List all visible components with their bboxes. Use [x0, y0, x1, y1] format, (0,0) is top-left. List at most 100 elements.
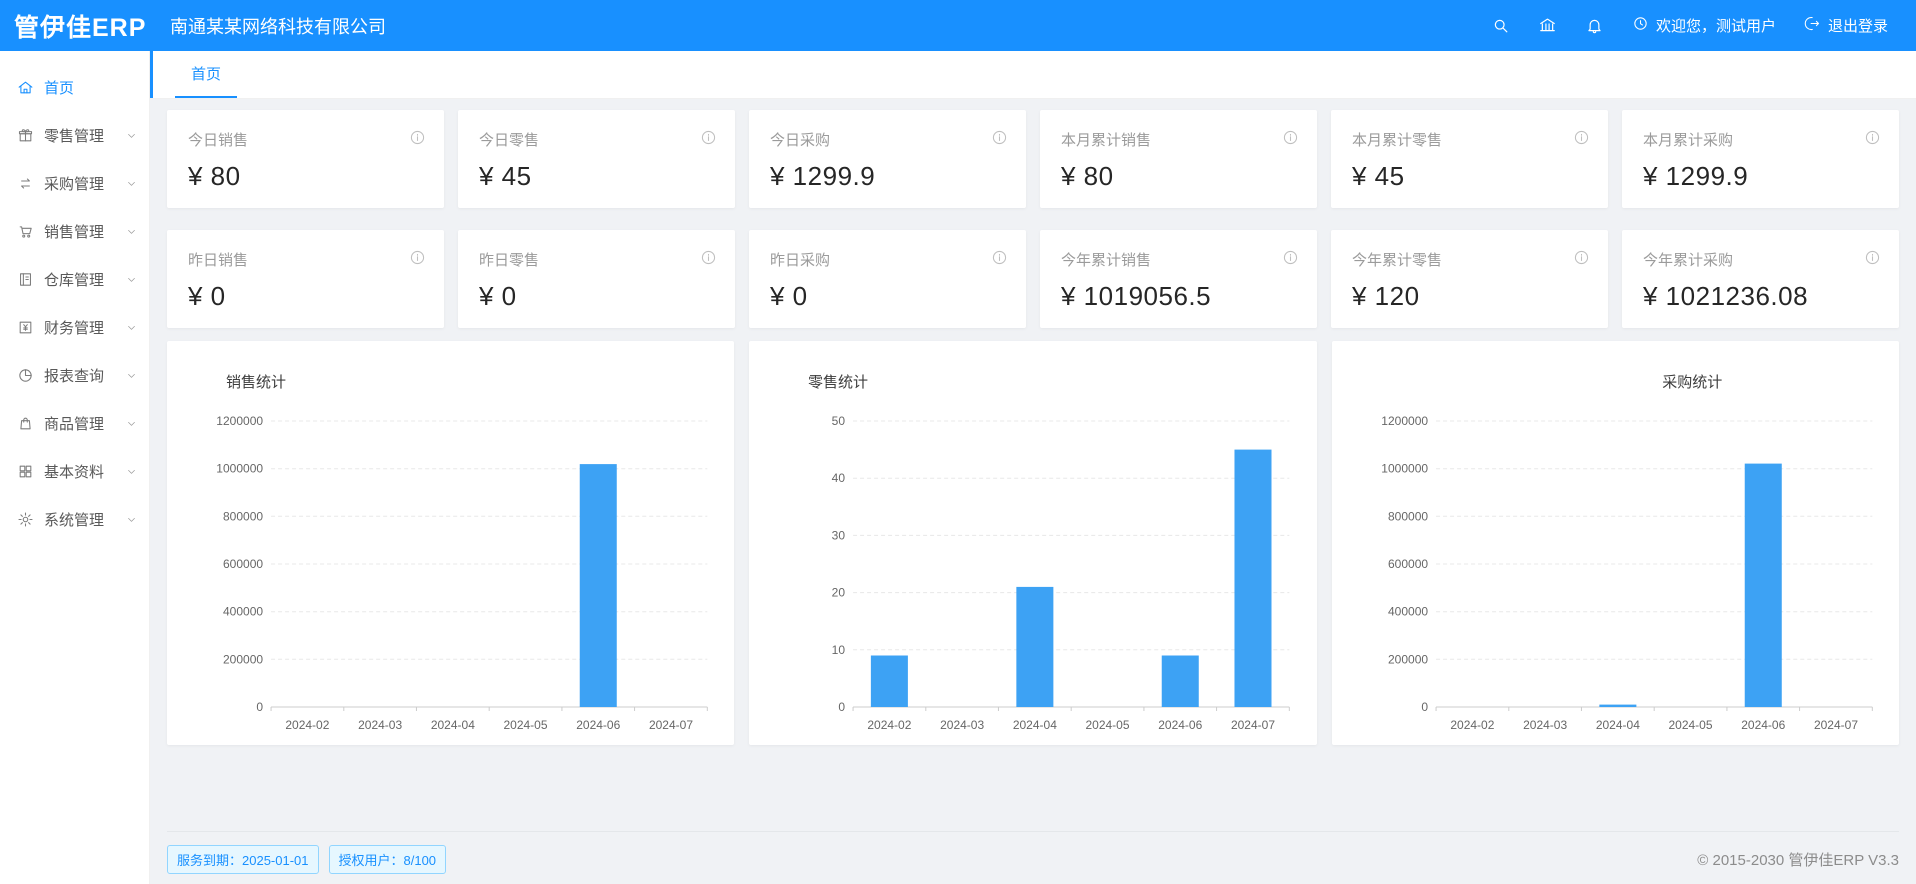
sidebar-item-label: 首页 — [44, 77, 74, 98]
svg-text:2024-07: 2024-07 — [649, 718, 693, 732]
info-icon[interactable] — [1282, 129, 1299, 146]
page-content: 今日销售¥ 80今日零售¥ 45今日采购¥ 1299.9本月累计销售¥ 80本月… — [150, 99, 1916, 874]
chart-title: 销售统计 — [226, 374, 286, 391]
finance-icon — [17, 319, 34, 336]
page-footer: 服务到期：2025-01-01 授权用户：8/100 © 2015-2030 管… — [167, 831, 1899, 874]
svg-text:600000: 600000 — [1388, 557, 1428, 571]
sidebar-item-basic[interactable]: 基本资料 — [0, 447, 149, 495]
bell-icon — [1585, 16, 1604, 35]
stat-label: 本月累计销售 — [1061, 129, 1151, 150]
sidebar-item-purchase[interactable]: 采购管理 — [0, 159, 149, 207]
info-icon[interactable] — [991, 249, 1008, 266]
sidebar-item-label: 采购管理 — [44, 173, 104, 194]
main-area: 首页 今日销售¥ 80今日零售¥ 45今日采购¥ 1299.9本月累计销售¥ 8… — [150, 0, 1916, 874]
stat-value: ¥ 1019056.5 — [1061, 281, 1299, 312]
svg-text:800000: 800000 — [1388, 509, 1428, 523]
info-icon[interactable] — [409, 249, 426, 266]
stat-value: ¥ 0 — [479, 281, 717, 312]
top-navbar: 管伊佳ERP 南通某某网络科技有限公司 欢迎您，测试用户 退出登录 — [0, 0, 1916, 51]
copyright-text: © 2015-2030 管伊佳ERP V3.3 — [1697, 849, 1899, 870]
stat-card: 本月累计采购¥ 1299.9 — [1622, 110, 1899, 208]
svg-text:400000: 400000 — [223, 605, 263, 619]
sidebar-item-retail[interactable]: 零售管理 — [0, 111, 149, 159]
info-icon[interactable] — [1864, 249, 1881, 266]
sidebar-menu: 首页零售管理采购管理销售管理仓库管理财务管理报表查询商品管理基本资料系统管理 — [0, 51, 150, 884]
logout-label: 退出登录 — [1828, 15, 1888, 36]
sidebar-item-home[interactable]: 首页 — [0, 63, 149, 111]
info-icon[interactable] — [1573, 129, 1590, 146]
bar-2024-07 — [1235, 450, 1272, 707]
chevron-down-icon — [126, 322, 137, 333]
svg-text:400000: 400000 — [1388, 605, 1428, 619]
sidebar-item-sales[interactable]: 销售管理 — [0, 207, 149, 255]
stat-card: 今年累计零售¥ 120 — [1331, 230, 1608, 328]
svg-text:2024-05: 2024-05 — [503, 718, 547, 732]
sidebar-item-label: 商品管理 — [44, 413, 104, 434]
info-icon[interactable] — [1573, 249, 1590, 266]
stat-label: 今年累计零售 — [1352, 249, 1442, 270]
info-icon[interactable] — [1282, 249, 1299, 266]
bar-2024-06 — [1162, 656, 1199, 708]
logout-icon — [1804, 15, 1821, 32]
report-icon — [17, 367, 34, 384]
sidebar-item-goods[interactable]: 商品管理 — [0, 399, 149, 447]
licensed-users-badge[interactable]: 授权用户：8/100 — [329, 845, 447, 874]
stat-label: 昨日采购 — [770, 249, 830, 270]
svg-text:2024-03: 2024-03 — [940, 718, 984, 732]
stat-value: ¥ 80 — [188, 161, 426, 192]
bank-icon — [1538, 16, 1557, 35]
purchase-icon — [17, 175, 34, 192]
info-icon[interactable] — [700, 249, 717, 266]
chevron-down-icon — [126, 370, 137, 381]
svg-text:2024-06: 2024-06 — [1741, 718, 1785, 732]
stat-label: 本月累计零售 — [1352, 129, 1442, 150]
app-logo: 管伊佳ERP — [0, 8, 150, 44]
stat-label: 今日销售 — [188, 129, 248, 150]
svg-text:2024-02: 2024-02 — [285, 718, 329, 732]
bank-icon-button[interactable] — [1538, 16, 1557, 35]
stat-label: 今年累计采购 — [1643, 249, 1733, 270]
bar-2024-02 — [871, 656, 908, 708]
sidebar-item-label: 报表查询 — [44, 365, 104, 386]
info-icon[interactable] — [409, 129, 426, 146]
sidebar-item-warehouse[interactable]: 仓库管理 — [0, 255, 149, 303]
sidebar-item-report[interactable]: 报表查询 — [0, 351, 149, 399]
sidebar-item-label: 系统管理 — [44, 509, 104, 530]
info-icon[interactable] — [991, 129, 1008, 146]
svg-text:1000000: 1000000 — [1381, 462, 1428, 476]
svg-text:0: 0 — [1421, 700, 1428, 714]
logout-icon — [1804, 15, 1821, 36]
chevron-down-icon — [126, 418, 137, 429]
service-expire-badge[interactable]: 服务到期：2025-01-01 — [167, 845, 319, 874]
svg-text:2024-07: 2024-07 — [1814, 718, 1858, 732]
stat-value: ¥ 45 — [479, 161, 717, 192]
logout-button[interactable]: 退出登录 — [1804, 15, 1888, 36]
stat-value: ¥ 45 — [1352, 161, 1590, 192]
stat-label: 昨日零售 — [479, 249, 539, 270]
tab-bar: 首页 — [150, 51, 1916, 99]
clock-icon — [1632, 15, 1649, 36]
svg-text:30: 30 — [832, 528, 846, 542]
svg-text:800000: 800000 — [223, 509, 263, 523]
tab-home[interactable]: 首页 — [175, 51, 237, 98]
search-icon-button[interactable] — [1491, 16, 1510, 35]
svg-text:200000: 200000 — [223, 652, 263, 666]
bell-icon-button[interactable] — [1585, 16, 1604, 35]
retail-icon — [17, 127, 34, 144]
sidebar-item-label: 零售管理 — [44, 125, 104, 146]
sidebar-item-system[interactable]: 系统管理 — [0, 495, 149, 543]
sales-icon — [17, 223, 34, 240]
stat-card: 昨日销售¥ 0 — [167, 230, 444, 328]
info-icon[interactable] — [1864, 129, 1881, 146]
topbar-icon-group — [1491, 16, 1604, 35]
stat-value: ¥ 0 — [770, 281, 1008, 312]
welcome-text: 欢迎您，测试用户 — [1656, 15, 1776, 36]
stat-card: 本月累计销售¥ 80 — [1040, 110, 1317, 208]
stats-grid: 今日销售¥ 80今日零售¥ 45今日采购¥ 1299.9本月累计销售¥ 80本月… — [167, 110, 1899, 328]
stat-card: 今日销售 ¥ 80 — [167, 110, 444, 208]
sidebar-item-finance[interactable]: 财务管理 — [0, 303, 149, 351]
welcome-user[interactable]: 欢迎您，测试用户 — [1632, 15, 1776, 36]
stat-card: 今年累计销售¥ 1019056.5 — [1040, 230, 1317, 328]
info-icon[interactable] — [700, 129, 717, 146]
svg-text:0: 0 — [839, 700, 846, 714]
